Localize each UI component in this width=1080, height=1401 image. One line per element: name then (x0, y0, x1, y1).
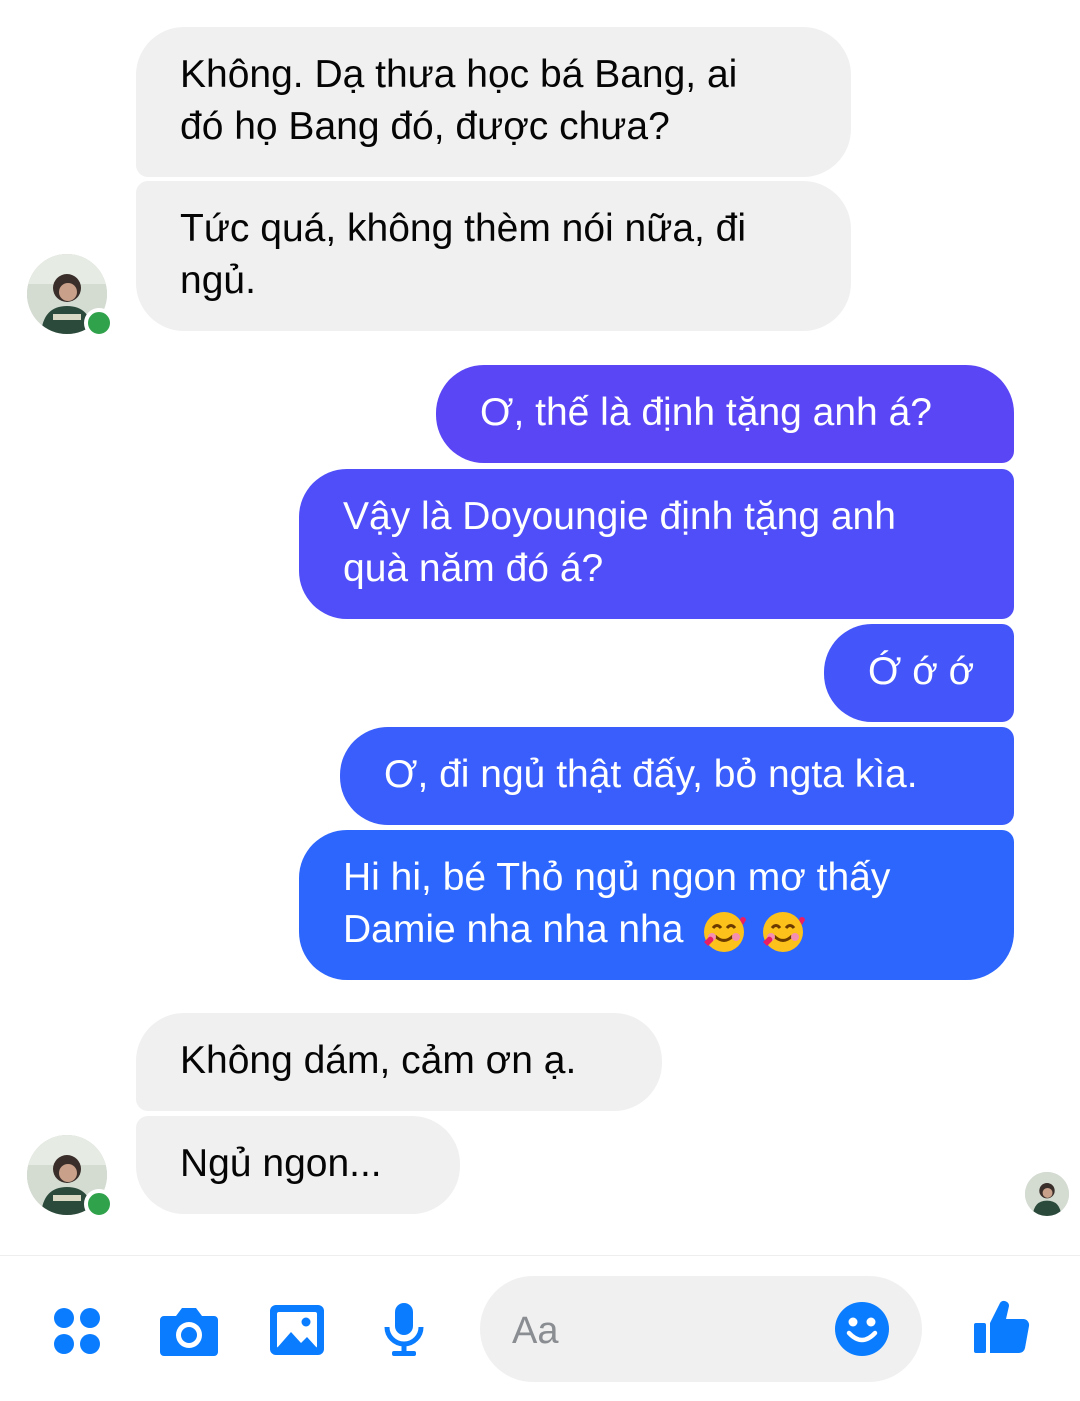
message-text: Ơ, đi ngủ thật đấy, bỏ ngta kìa. (384, 753, 918, 796)
message-text: Damie nha nha nha (343, 908, 684, 951)
menu-dots-icon[interactable] (52, 1306, 102, 1361)
message-text-line: đó họ Bang đó, được chưa? (180, 105, 670, 148)
message-text-line: Hi hi, bé Thỏ ngủ ngon mơ thấy (343, 856, 891, 899)
message-text-line: Vậy là Doyoungie định tặng anh (343, 495, 896, 538)
message-text-line: quà năm đó á? (343, 547, 604, 590)
outgoing-message[interactable]: Ớ ớ ớ (824, 624, 1014, 722)
camera-icon[interactable] (158, 1304, 220, 1363)
message-input-placeholder: Aa (512, 1310, 559, 1352)
message-text: Ơ, thế là định tặng anh á? (480, 391, 932, 434)
read-receipt-photo (1025, 1172, 1069, 1216)
message-text-line: Tức quá, không thèm nói nữa, đi (180, 207, 747, 250)
online-status-dot (84, 308, 114, 338)
message-text: Ớ ớ ớ (868, 650, 975, 693)
outgoing-message[interactable]: Ơ, thế là định tặng anh á? (436, 365, 1014, 463)
message-thread: Không. Dạ thưa học bá Bang, ai đó họ Ban… (0, 0, 1080, 1255)
message-text-line: Damie nha nha nha (343, 904, 970, 956)
incoming-message[interactable]: Không. Dạ thưa học bá Bang, ai đó họ Ban… (136, 27, 851, 177)
outgoing-message[interactable]: Ơ, đi ngủ thật đấy, bỏ ngta kìa. (340, 727, 1014, 825)
message-text-line: Không. Dạ thưa học bá Bang, ai (180, 53, 738, 96)
incoming-message[interactable]: Ngủ ngon... (136, 1116, 460, 1214)
message-text: Ngủ ngon... (180, 1142, 382, 1185)
incoming-message[interactable]: Tức quá, không thèm nói nữa, đi ngủ. (136, 181, 851, 331)
image-icon[interactable] (268, 1303, 326, 1362)
outgoing-message[interactable]: Hi hi, bé Thỏ ngủ ngon mơ thấy Damie nha… (299, 830, 1014, 980)
smiling-face-with-hearts-icon (704, 911, 747, 952)
smiling-face-with-hearts-icon (763, 911, 806, 952)
emoji-icon[interactable] (834, 1301, 890, 1362)
read-receipt-avatar (1025, 1172, 1069, 1216)
thumbs-up-icon[interactable] (972, 1297, 1032, 1362)
microphone-icon[interactable] (382, 1301, 426, 1364)
message-text-line: ngủ. (180, 259, 256, 302)
outgoing-message[interactable]: Vậy là Doyoungie định tặng anh quà năm đ… (299, 469, 1014, 619)
online-status-dot (84, 1189, 114, 1219)
incoming-message[interactable]: Không dám, cảm ơn ạ. (136, 1013, 662, 1111)
message-text: Không dám, cảm ơn ạ. (180, 1039, 577, 1082)
